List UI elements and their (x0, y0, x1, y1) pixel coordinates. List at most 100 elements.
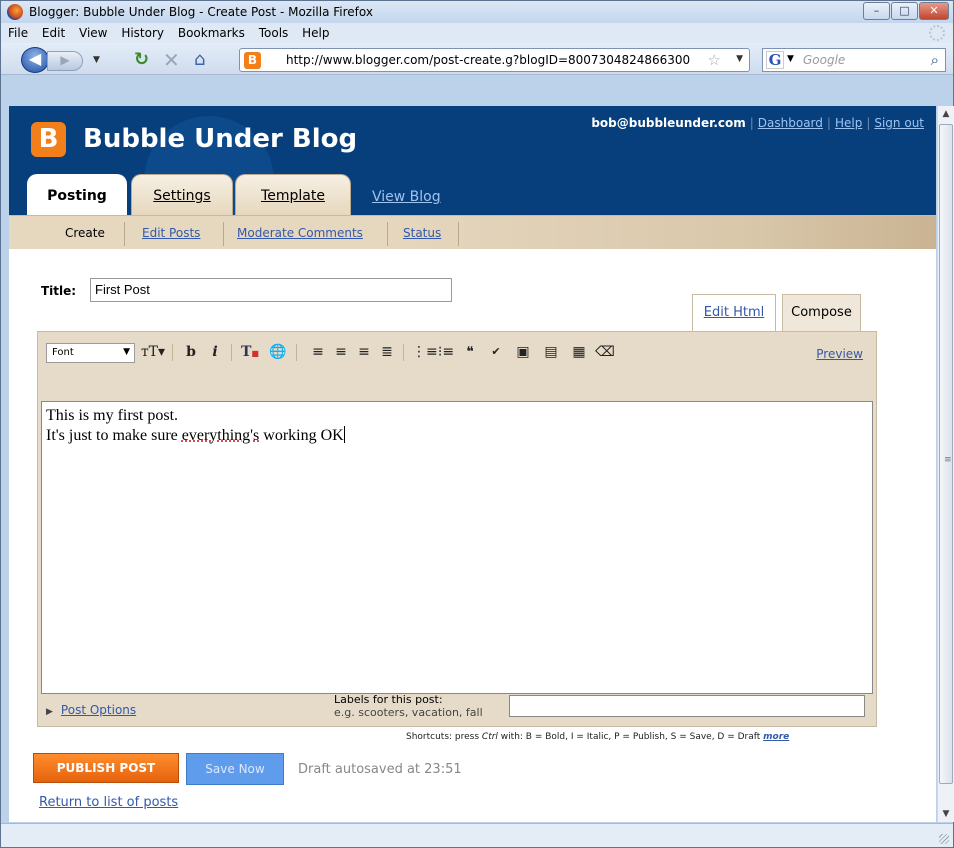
blogger-logo-icon[interactable]: B (31, 122, 66, 157)
menu-view[interactable]: View (79, 26, 107, 40)
remove-formatting-icon[interactable]: ⌫ (595, 342, 615, 362)
bullet-list-icon[interactable]: ⁝≡ (436, 342, 456, 362)
firefox-logo-icon (7, 4, 23, 20)
spellcheck-icon[interactable]: ✔ (486, 342, 506, 362)
tab-posting[interactable]: Posting (27, 174, 127, 215)
post-options[interactable]: ▶ Post Options (46, 703, 136, 717)
body-line-1: This is my first post. (46, 407, 179, 424)
post-options-link[interactable]: Post Options (61, 703, 136, 717)
tab-template[interactable]: Template (235, 174, 351, 215)
maximize-button[interactable]: □ (891, 2, 918, 20)
text-caret (343, 426, 345, 443)
publish-post-button[interactable]: PUBLISH POST (33, 753, 179, 783)
shortcuts-ctrl: Ctrl (481, 732, 498, 742)
link-icon[interactable]: 🌐 (268, 342, 288, 362)
search-bar[interactable]: G ▼ Google ⌕ (762, 48, 946, 72)
stop-icon[interactable]: ✕ (163, 48, 180, 72)
body-line-2: It's just to make sure everything's work… (46, 426, 868, 446)
numbered-list-icon[interactable]: ⋮≡ (412, 342, 438, 362)
throbber-icon (929, 25, 945, 41)
page-content: B Bubble Under Blog bob@bubbleunder.com |… (9, 106, 936, 822)
minimize-button[interactable]: – (863, 2, 890, 20)
menu-history[interactable]: History (121, 26, 164, 40)
moderate-comments-link[interactable]: Moderate Comments (237, 226, 363, 240)
tab-compose[interactable]: Compose (782, 294, 861, 331)
labels-caption: Labels for this post: e.g. scooters, vac… (334, 693, 483, 719)
home-icon[interactable]: ⌂ (194, 49, 205, 70)
url-text[interactable]: http://www.blogger.com/post-create.g?blo… (286, 53, 698, 67)
browser-window: Blogger: Bubble Under Blog - Create Post… (0, 0, 954, 848)
search-icon[interactable]: ⌕ (931, 51, 939, 69)
subnav-moderate-comments[interactable]: Moderate Comments (237, 226, 363, 240)
close-button[interactable]: ✕ (919, 2, 949, 20)
menu-file[interactable]: File (8, 26, 28, 40)
scroll-down-icon[interactable]: ▼ (938, 806, 954, 822)
status-link[interactable]: Status (403, 226, 441, 240)
tab-settings[interactable]: Settings (131, 174, 233, 215)
title-label: Title: (41, 284, 77, 298)
menu-tools[interactable]: Tools (259, 26, 289, 40)
shortcuts-more-link[interactable]: more (763, 732, 789, 742)
url-bar[interactable]: B http://www.blogger.com/post-create.g?b… (239, 48, 750, 72)
engine-dropdown-icon[interactable]: ▼ (787, 54, 794, 64)
dashboard-link[interactable]: Dashboard (758, 116, 823, 130)
navigation-toolbar: ◀ ▶ ▼ ↻ ✕ ⌂ B http://www.blogger.com/pos… (1, 43, 953, 75)
vertical-scrollbar[interactable]: ▲ ≡ ▼ (937, 106, 954, 822)
title-bar: Blogger: Bubble Under Blog - Create Post… (1, 1, 953, 23)
edit-posts-link[interactable]: Edit Posts (142, 226, 200, 240)
justify-icon[interactable]: ≣ (377, 342, 397, 362)
labels-input[interactable] (509, 695, 865, 717)
chevron-down-icon: ▼ (123, 347, 130, 357)
history-dropdown-icon[interactable]: ▼ (93, 55, 100, 65)
blog-title: Bubble Under Blog (83, 124, 358, 154)
align-left-icon[interactable]: ≡ (308, 342, 328, 362)
align-right-icon[interactable]: ≡ (354, 342, 374, 362)
subnav-create[interactable]: Create (65, 226, 105, 240)
search-input[interactable]: Google (803, 53, 845, 67)
save-now-button[interactable]: Save Now (186, 753, 284, 785)
body-text: working OK (259, 427, 344, 444)
scroll-thumb[interactable]: ≡ (939, 124, 953, 784)
add-video-icon[interactable]: ▤ (541, 342, 561, 362)
subnav-edit-posts[interactable]: Edit Posts (142, 226, 200, 240)
sign-out-link[interactable]: Sign out (874, 116, 924, 130)
expand-triangle-icon: ▶ (46, 707, 53, 717)
italic-icon[interactable]: i (205, 342, 225, 362)
menu-bookmarks[interactable]: Bookmarks (178, 26, 245, 40)
text-color-icon[interactable]: T■ (240, 342, 260, 362)
back-icon[interactable]: ◀ (21, 47, 49, 73)
bold-icon[interactable]: b (181, 342, 201, 362)
blockquote-icon[interactable]: ❝ (460, 342, 480, 362)
post-body-editor[interactable]: This is my first post. It's just to make… (41, 401, 873, 694)
window-title: Blogger: Bubble Under Blog - Create Post… (29, 5, 373, 19)
align-center-icon[interactable]: ≡ (331, 342, 351, 362)
menu-help[interactable]: Help (302, 26, 329, 40)
font-size-icon[interactable]: тТ▾ (139, 342, 167, 362)
return-to-posts-link[interactable]: Return to list of posts (39, 795, 178, 810)
jump-break-icon[interactable]: ▦ (569, 342, 589, 362)
resize-grip-icon[interactable] (939, 834, 949, 844)
blogger-header: B Bubble Under Blog bob@bubbleunder.com |… (9, 106, 936, 215)
misspelled-word: everything's (181, 427, 260, 444)
bookmark-star-icon[interactable]: ☆ (708, 51, 721, 69)
autosave-status: Draft autosaved at 23:51 (298, 762, 462, 777)
menu-edit[interactable]: Edit (42, 26, 65, 40)
help-link[interactable]: Help (835, 116, 862, 130)
subnav-status[interactable]: Status (403, 226, 441, 240)
view-blog-link[interactable]: View Blog (372, 189, 441, 205)
font-select[interactable]: Font ▼ (46, 343, 135, 363)
labels-title: Labels for this post: (334, 693, 443, 706)
user-email: bob@bubbleunder.com (591, 116, 746, 130)
forward-icon[interactable]: ▶ (47, 51, 83, 71)
scroll-up-icon[interactable]: ▲ (938, 106, 954, 122)
tab-edit-html[interactable]: Edit Html (692, 294, 776, 331)
add-image-icon[interactable]: ▣ (513, 342, 533, 362)
shortcuts-hint: Shortcuts: press Ctrl with: B = Bold, I … (406, 732, 789, 742)
scroll-grip-icon: ≡ (944, 455, 952, 465)
menu-bar: File Edit View History Bookmarks Tools H… (1, 23, 953, 43)
post-title-input[interactable]: First Post (90, 278, 452, 302)
reload-icon[interactable]: ↻ (134, 49, 149, 70)
google-engine-icon[interactable]: G (766, 51, 784, 69)
url-dropdown-icon[interactable]: ▼ (736, 54, 743, 64)
preview-link[interactable]: Preview (816, 347, 863, 361)
